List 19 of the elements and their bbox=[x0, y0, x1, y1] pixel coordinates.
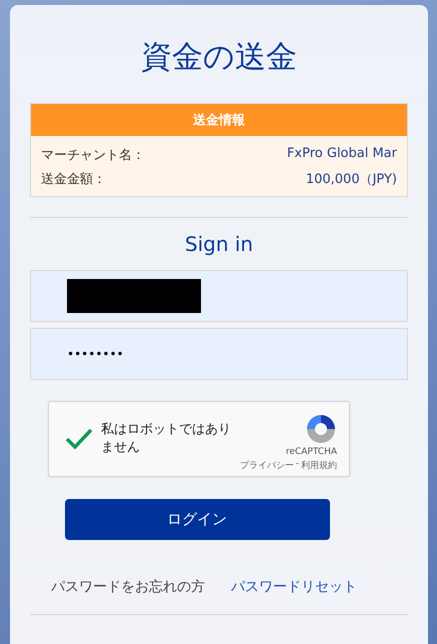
password-field[interactable]: •••••••• bbox=[30, 328, 408, 380]
sign-in-heading: Sign in bbox=[184, 232, 254, 256]
panel-header: 送金情報 bbox=[31, 104, 407, 136]
username-field[interactable] bbox=[30, 270, 408, 322]
info-value: FxPro Global Mar bbox=[286, 146, 397, 163]
recaptcha-logo-icon bbox=[305, 412, 337, 444]
checkbox-checkmark-icon[interactable] bbox=[65, 427, 93, 451]
privacy-link[interactable]: プライバシー bbox=[240, 458, 294, 472]
terms-link[interactable]: 利用規約 bbox=[301, 458, 337, 472]
login-button[interactable]: ログイン bbox=[64, 499, 330, 540]
recaptcha-brand: reCAPTCHA bbox=[286, 446, 337, 456]
captcha-label: 私はロボットではありません bbox=[101, 421, 232, 457]
password-reset-link[interactable]: パスワードリセット bbox=[231, 578, 357, 596]
forgot-password-text: パスワードをお忘れの方 bbox=[51, 578, 205, 596]
page-title: 資金の送金 bbox=[140, 38, 298, 77]
separator: - bbox=[296, 458, 299, 470]
info-label: 送金金額： bbox=[41, 171, 106, 188]
info-value: 100,000（JPY) bbox=[306, 171, 397, 188]
info-label: マーチャント名： bbox=[41, 147, 145, 164]
